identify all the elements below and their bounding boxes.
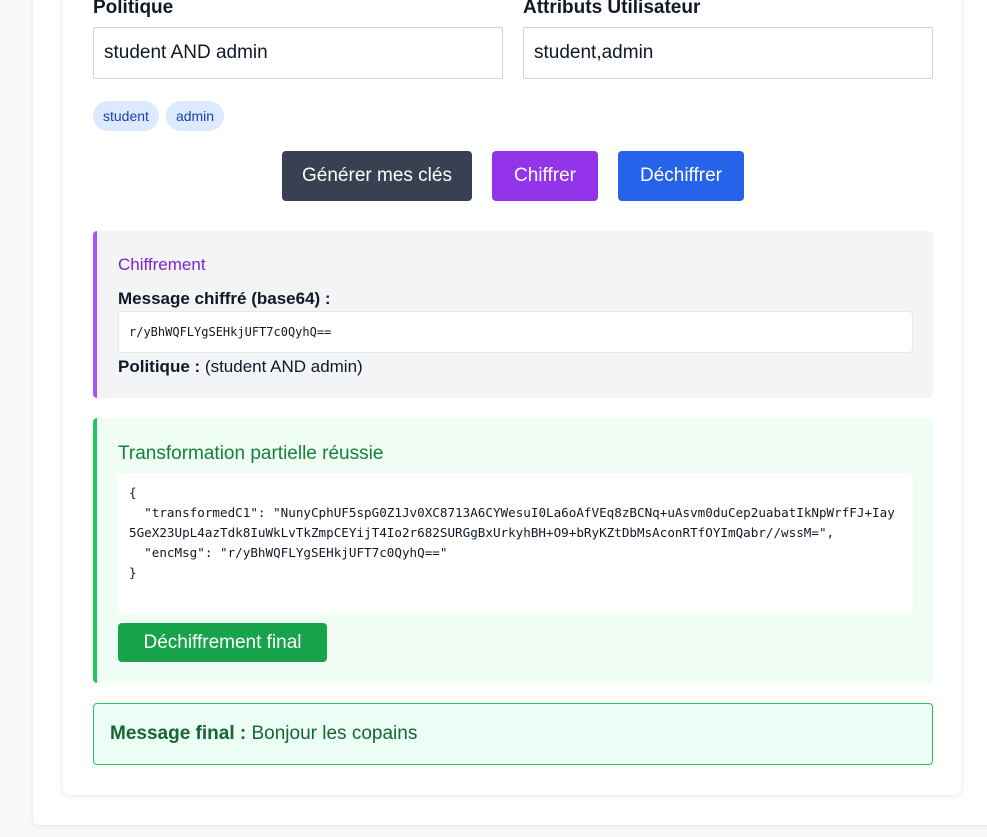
attribute-tags: student admin: [93, 101, 225, 131]
policy-input[interactable]: [93, 27, 503, 79]
decrypt-button[interactable]: Déchiffrer: [618, 151, 744, 201]
encryption-panel: Chiffrement Message chiffré (base64) : r…: [93, 231, 933, 398]
policy-label: Politique: [93, 0, 174, 18]
transformation-panel: Transformation partielle réussie { "tran…: [93, 418, 933, 683]
final-message-label: Message final :: [110, 723, 247, 744]
encrypt-button[interactable]: Chiffrer: [492, 151, 598, 201]
encryption-policy-value: (student AND admin): [204, 357, 363, 376]
cipher-label: Message chiffré (base64) :: [118, 289, 331, 308]
final-message-box: Message final : Bonjour les copains: [93, 703, 933, 765]
encryption-title: Chiffrement: [118, 255, 206, 274]
final-decrypt-button[interactable]: Déchiffrement final: [118, 623, 327, 662]
transformation-title: Transformation partielle réussie: [118, 443, 384, 464]
attribute-tag-student: student: [93, 101, 159, 131]
encryption-policy: Politique : (student AND admin): [118, 357, 363, 377]
attributes-label: Attributs Utilisateur: [523, 0, 701, 18]
generate-keys-button[interactable]: Générer mes clés: [282, 151, 472, 201]
attribute-tag-admin: admin: [165, 101, 225, 131]
transformation-json: { "transformedC1": "NunyCphUF5spG0Z1Jv0X…: [118, 473, 913, 613]
encryption-policy-label: Politique :: [118, 357, 201, 376]
attributes-input[interactable]: [523, 27, 933, 79]
cipher-text: r/yBhWQFLYgSEHkjUFT7c0QyhQ==: [118, 311, 913, 353]
final-message-value: Bonjour les copains: [251, 723, 418, 744]
